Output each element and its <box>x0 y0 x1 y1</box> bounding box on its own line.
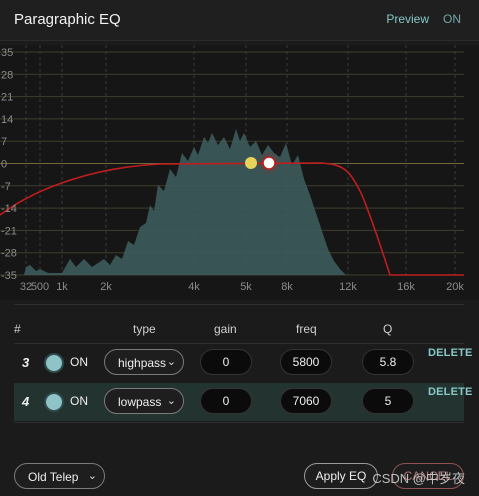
x-tick-label: 8k <box>281 281 293 293</box>
band-q-input[interactable]: 5 <box>362 388 414 414</box>
band-number: 3 <box>22 355 30 370</box>
x-tick-label: 5k <box>240 281 252 293</box>
band-number: 4 <box>22 394 30 409</box>
y-tick-label: -28 <box>1 248 17 260</box>
col-header-type: type <box>133 322 156 336</box>
y-tick-label: -14 <box>1 203 17 215</box>
y-tick-label: -21 <box>1 225 17 237</box>
window-title: Paragraphic EQ <box>14 11 121 28</box>
y-tick-label: 28 <box>1 69 13 81</box>
y-tick-label: 0 <box>1 159 7 171</box>
band-gain-input[interactable]: 0 <box>200 349 252 375</box>
y-tick-label: -7 <box>1 181 11 193</box>
band-freq-input[interactable]: 5800 <box>280 349 332 375</box>
watermark: CSDN @中岁夜 <box>372 471 465 486</box>
col-header-q: Q <box>383 322 393 336</box>
divider <box>14 422 464 423</box>
y-tick-label: -35 <box>1 270 17 282</box>
y-tick-label: 14 <box>1 114 13 126</box>
chevron-down-icon: ⌄ <box>87 470 97 482</box>
band-q-input[interactable]: 5.8 <box>362 349 414 375</box>
x-tick-label: 2k <box>100 281 112 293</box>
preview-state[interactable]: ON <box>443 12 461 26</box>
band-row: 4 ON lowpass ⌄ 0 7060 5 DELETE <box>14 383 472 421</box>
band-row: 3 ON highpass ⌄ 0 5800 5.8 DELETE <box>14 344 472 382</box>
col-header-freq: freq <box>296 322 317 336</box>
y-tick-label: 7 <box>1 136 7 148</box>
x-tick-label: 20k <box>446 281 464 293</box>
x-tick-label: 12k <box>339 281 357 293</box>
band-type-value: lowpass <box>118 395 162 409</box>
preview-toggle[interactable]: Preview <box>386 12 429 26</box>
eq-graph[interactable]: 3528211470-7-14-21-28-35 32500 1k 2k 4k 5k 8k… <box>0 45 479 300</box>
preset-select[interactable]: Old Telep ⌄ <box>14 463 105 489</box>
band-type-select[interactable]: highpass ⌄ <box>104 349 184 375</box>
x-tick-label: 1k <box>56 281 68 293</box>
chevron-down-icon: ⌄ <box>166 395 176 407</box>
preset-value: Old Telep <box>28 470 79 484</box>
window-header: Paragraphic EQ Preview ON <box>0 0 479 41</box>
band-3-handle[interactable] <box>245 157 257 169</box>
y-tick-label: 35 <box>1 47 13 59</box>
band-gain-input[interactable]: 0 <box>200 388 252 414</box>
band-type-select[interactable]: lowpass ⌄ <box>104 388 184 414</box>
band-on-toggle[interactable] <box>44 353 64 373</box>
apply-eq-button[interactable]: Apply EQ <box>304 463 378 489</box>
chevron-down-icon: ⌄ <box>166 356 176 368</box>
band-on-toggle[interactable] <box>44 392 64 412</box>
col-header-num: # <box>14 322 21 336</box>
y-tick-label: 21 <box>1 92 13 104</box>
col-header-gain: gain <box>214 322 237 336</box>
divider <box>14 304 464 305</box>
band-4-handle[interactable] <box>262 156 276 170</box>
band-type-value: highpass <box>118 356 167 370</box>
delete-band-button[interactable]: DELETE <box>428 347 473 359</box>
x-tick-label: 4k <box>188 281 200 293</box>
band-on-label: ON <box>70 355 88 369</box>
x-tick-label: 16k <box>397 281 415 293</box>
band-on-label: ON <box>70 394 88 408</box>
delete-band-button[interactable]: DELETE <box>428 386 473 398</box>
x-tick-label: 500 <box>31 281 49 293</box>
band-freq-input[interactable]: 7060 <box>280 388 332 414</box>
